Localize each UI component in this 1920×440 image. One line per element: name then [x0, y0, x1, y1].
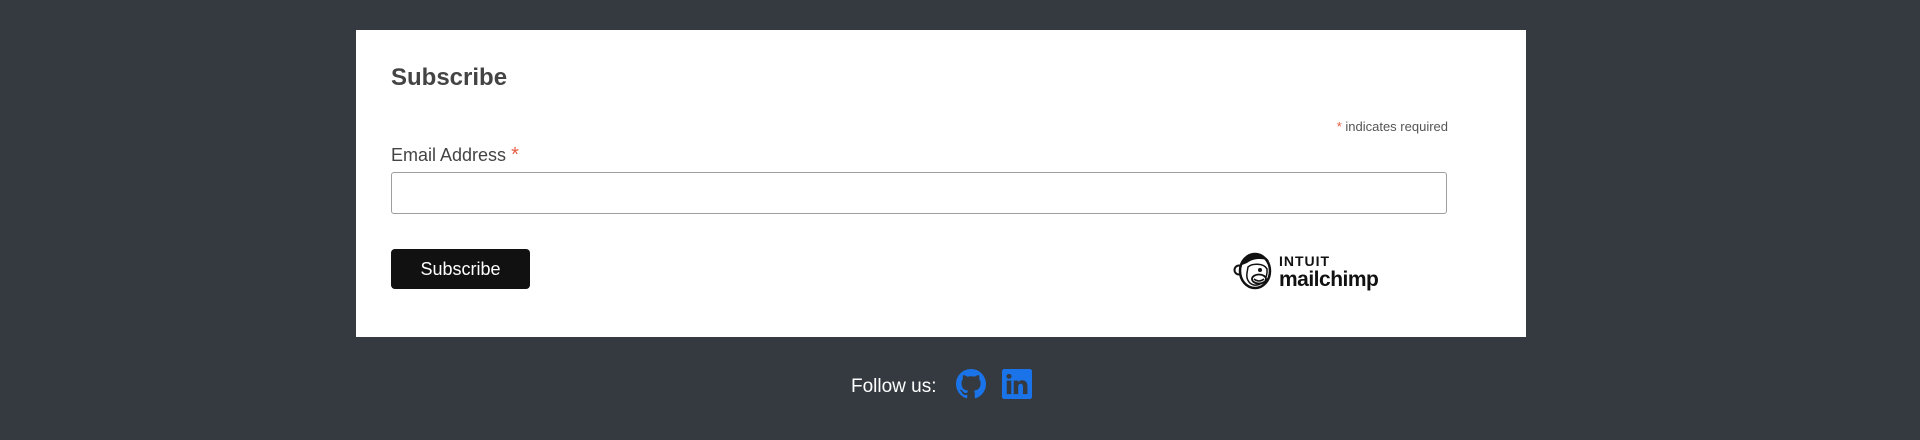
- subscribe-button[interactable]: Subscribe: [391, 249, 530, 289]
- required-asterisk: *: [1336, 119, 1342, 134]
- linkedin-icon: [1002, 369, 1032, 399]
- intuit-text: INTUIT: [1279, 253, 1331, 269]
- required-note: * indicates required: [1337, 119, 1448, 134]
- mailchimp-logo-icon: [1233, 252, 1272, 290]
- email-field[interactable]: [391, 172, 1447, 214]
- subscribe-card: Subscribe * indicates required Email Add…: [356, 30, 1526, 337]
- email-required-asterisk: *: [511, 144, 519, 166]
- github-icon: [956, 369, 986, 399]
- footer: Follow us:: [0, 366, 1920, 410]
- github-link[interactable]: [956, 369, 986, 399]
- mailchimp-badge[interactable]: INTUIT mailchimp: [1233, 249, 1388, 293]
- follow-us-label: Follow us:: [851, 376, 937, 397]
- linkedin-link[interactable]: [1002, 369, 1032, 399]
- required-note-text: indicates required: [1345, 119, 1448, 134]
- email-label-text: Email Address: [391, 145, 507, 165]
- subscribe-title: Subscribe: [391, 64, 508, 91]
- mailchimp-wordmark: INTUIT mailchimp: [1279, 253, 1379, 291]
- email-label: Email Address *: [391, 144, 519, 167]
- mailchimp-text: mailchimp: [1279, 268, 1379, 291]
